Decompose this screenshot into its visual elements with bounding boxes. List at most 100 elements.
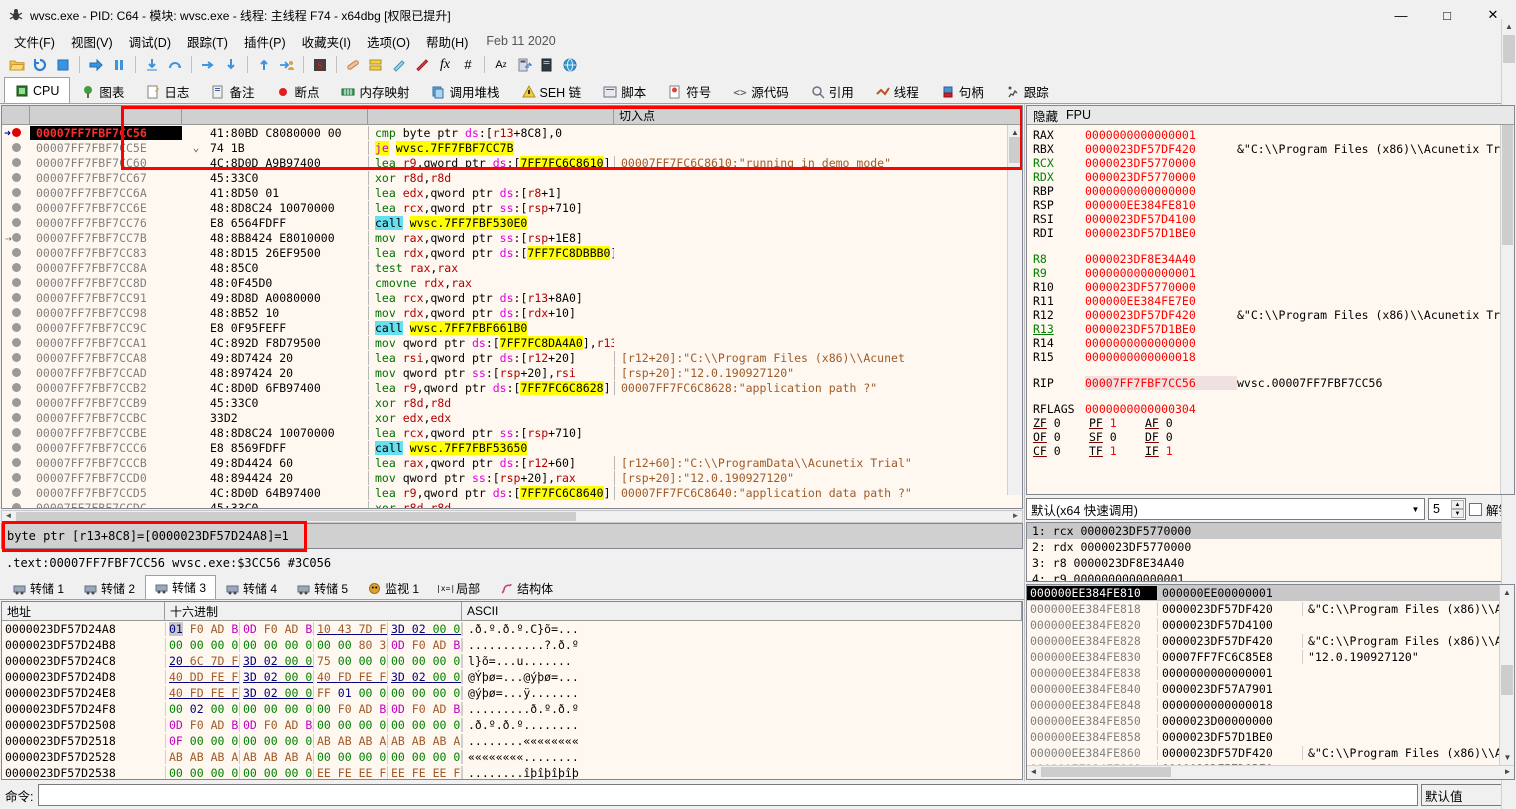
- disassembly-row[interactable]: 00007FF7FBF7CCAD 48:897424 20 mov qword pt…: [2, 365, 1022, 380]
- hex-quad[interactable]: 75 00 00 00: [314, 654, 388, 668]
- scroll-left-icon[interactable]: ◄: [2, 511, 15, 522]
- breakpoint-gutter[interactable]: ⇢: [2, 230, 30, 245]
- stack-value[interactable]: 00007FF7FC6C85E8: [1157, 650, 1302, 664]
- register-row[interactable]: R13 0000023DF57D1BE0: [1033, 322, 1514, 336]
- calc-icon[interactable]: [513, 54, 535, 75]
- breakpoint-gutter[interactable]: [2, 425, 30, 440]
- tab-threads[interactable]: 线程: [864, 79, 930, 103]
- flag-row[interactable]: CF 0 TF 1 IF 1: [1033, 444, 1514, 458]
- stack-row[interactable]: 000000EE384FE810 000000EE00000001: [1027, 585, 1514, 601]
- stack-row[interactable]: 000000EE384FE840 0000023DF57A7901: [1027, 681, 1514, 697]
- hex-quad[interactable]: 3D 02 00 00: [240, 670, 314, 684]
- registers-scroll-thumb[interactable]: [1502, 125, 1513, 245]
- menu-file[interactable]: 文件(F): [6, 30, 63, 53]
- breakpoint-gutter[interactable]: [2, 155, 30, 170]
- dump-tab-1[interactable]: 转储 1: [3, 577, 74, 599]
- register-value[interactable]: 0000000000000001: [1085, 266, 1237, 280]
- tab-trace[interactable]: 跟踪: [994, 79, 1060, 103]
- breakpoint-gutter[interactable]: [2, 275, 30, 290]
- breakpoint-gutter[interactable]: [2, 290, 30, 305]
- disassembly-row[interactable]: 00007FF7FBF7CCA8 49:8D7424 20 lea rsi,qwor…: [2, 350, 1022, 365]
- registers-scrollbar[interactable]: [1500, 125, 1514, 494]
- hex-quad[interactable]: FF 01 00 00: [314, 686, 388, 700]
- az-icon[interactable]: Az: [490, 54, 512, 75]
- patch-icon[interactable]: [342, 54, 364, 75]
- stack-row[interactable]: 000000EE384FE838 0000000000000001: [1027, 665, 1514, 681]
- disassembly-row[interactable]: 00007FF7FBF7CC83 48:8D15 26EF9500 lea rdx,…: [2, 245, 1022, 260]
- disassembly-row[interactable]: 00007FF7FBF7CC9C E8 0F95FEFF call wvsc.7FF…: [2, 320, 1022, 335]
- disassembly-row[interactable]: 00007FF7FBF7CC76 E8 6564FDFF call wvsc.7FF…: [2, 215, 1022, 230]
- breakpoint-gutter[interactable]: [2, 335, 30, 350]
- stack-horizontal-scrollbar[interactable]: ◄ ►: [1027, 765, 1514, 779]
- instruction-dot-icon[interactable]: [11, 203, 21, 212]
- stack-value[interactable]: 0000023DF57D1BE0: [1157, 730, 1302, 744]
- register-row[interactable]: RBX 0000023DF57DF420 &"C:\\Program Files (…: [1033, 142, 1514, 156]
- instruction-dot-icon[interactable]: [11, 278, 21, 287]
- hex-quad[interactable]: 01 F0 AD BA: [166, 622, 240, 636]
- breakpoint-gutter[interactable]: [2, 350, 30, 365]
- tab-notes[interactable]: 备注: [200, 79, 266, 103]
- hex-dump-row[interactable]: 0000023DF57D25180F 00 00 0000 00 00 00AB…: [2, 733, 1022, 749]
- rflags-row[interactable]: RFLAGS 0000000000000304: [1033, 402, 1514, 416]
- instruction-dot-icon[interactable]: [11, 443, 21, 452]
- flag-cf[interactable]: CF 0: [1033, 444, 1089, 458]
- instruction-dot-icon[interactable]: [11, 218, 21, 227]
- flag-tf[interactable]: TF 1: [1089, 444, 1145, 458]
- instruction-dot-icon[interactable]: [11, 188, 21, 197]
- argument-row[interactable]: 4: r9 0000000000000001: [1027, 571, 1514, 581]
- stack-row[interactable]: 000000EE384FE828 0000023DF57DF420 &"C:\\Pr…: [1027, 633, 1514, 649]
- dump-header-ascii[interactable]: ASCII: [462, 602, 1022, 620]
- hex-quad[interactable]: AB AB AB AB: [314, 734, 388, 748]
- dump-hex-bytes[interactable]: 40 DD FE F83D 02 00 0040 FD FE F83D 02 0…: [165, 670, 462, 684]
- tab-seh[interactable]: SEH 链: [510, 79, 593, 103]
- scylla-icon[interactable]: S: [309, 54, 331, 75]
- hide-fpu-link[interactable]: 隐藏: [1033, 106, 1058, 125]
- disassembly-row[interactable]: 00007FF7FBF7CC98 48:8B52 10 mov rdx,qword …: [2, 305, 1022, 320]
- argument-row[interactable]: 3: r8 0000023DF8E34A40: [1027, 555, 1514, 571]
- hex-quad[interactable]: 00 00 00 00: [240, 638, 314, 652]
- disassembly-row[interactable]: 00007FF7FBF7CCDC 45:33C0 xor r8d,r8d: [2, 500, 1022, 508]
- breakpoint-gutter[interactable]: [2, 440, 30, 455]
- disassembly-row[interactable]: 00007FF7FBF7CC8A 48:85C0 test rax,rax: [2, 260, 1022, 275]
- tab-breakpoints[interactable]: 断点: [265, 79, 331, 103]
- pause-icon[interactable]: [108, 54, 130, 75]
- hex-quad[interactable]: EE FE EE FE: [314, 766, 388, 779]
- hex-dump-row[interactable]: 0000023DF57D2528AB AB AB ABAB AB AB AB00…: [2, 749, 1022, 765]
- hex-dump-rows[interactable]: 0000023DF57D24A801 F0 AD BA0D F0 AD BA10…: [2, 621, 1022, 779]
- locals-tab[interactable]: |x=| 局部: [429, 577, 490, 599]
- stack-scroll-thumb[interactable]: [1501, 665, 1513, 695]
- step-down-icon[interactable]: [220, 54, 242, 75]
- instruction-dot-icon[interactable]: [11, 173, 21, 182]
- fpu-label[interactable]: FPU: [1066, 108, 1091, 122]
- hex-quad[interactable]: 00 00 00 00: [166, 766, 240, 779]
- instruction-dot-icon[interactable]: [11, 473, 21, 482]
- flag-pf[interactable]: PF 1: [1089, 416, 1145, 430]
- instruction-dot-icon[interactable]: [11, 338, 21, 347]
- open-icon[interactable]: [6, 54, 28, 75]
- breakpoint-gutter[interactable]: [2, 140, 30, 155]
- breakpoint-gutter[interactable]: [2, 260, 30, 275]
- stop-icon[interactable]: [52, 54, 74, 75]
- hex-quad[interactable]: 20 6C 7D F5: [166, 654, 240, 668]
- unlock-checkbox[interactable]: [1468, 502, 1482, 516]
- tab-cpu[interactable]: CPU: [4, 77, 71, 103]
- disassembly-rows[interactable]: ➜ 00007FF7FBF7CC56 41:80BD C8080000 00 cmp …: [2, 125, 1022, 508]
- breakpoint-gutter[interactable]: [2, 365, 30, 380]
- menu-favourites[interactable]: 收藏夹(I): [294, 30, 359, 53]
- watch-tab-1[interactable]: 监视 1: [358, 577, 429, 599]
- hex-dump-row[interactable]: 0000023DF57D24F8 00 02 00 0000 00 00 0000…: [2, 701, 1022, 717]
- hex-quad[interactable]: 40 FD FE F8: [314, 670, 388, 684]
- register-value[interactable]: 0000023DF57D4100: [1085, 212, 1237, 226]
- instruction-dot-icon[interactable]: [11, 233, 21, 242]
- header-bytes[interactable]: [182, 106, 368, 124]
- scroll-left-icon[interactable]: ◄: [1027, 767, 1040, 776]
- disassembly-row[interactable]: ⇢ 00007FF7FBF7CC7B 48:8B8424 E8010000 mov r…: [2, 230, 1022, 245]
- flag-zf[interactable]: ZF 0: [1033, 416, 1089, 430]
- dump-header-address[interactable]: 地址: [2, 602, 165, 620]
- hex-dump-row[interactable]: 0000023DF57D24D840 DD FE F83D 02 00 0040…: [2, 669, 1022, 685]
- disassembly-row[interactable]: 00007FF7FBF7CCC6 E8 8569FDFF call wvsc.7FF…: [2, 440, 1022, 455]
- dump-tab-2[interactable]: 转储 2: [74, 577, 145, 599]
- hex-dump-row[interactable]: 0000023DF57D24A8 01 F0 AD BA0D F0 AD BA10…: [2, 621, 1022, 637]
- stack-row[interactable]: 000000EE384FE818 0000023DF57DF420 &"C:\\Pr…: [1027, 601, 1514, 617]
- register-value[interactable]: 00007FF7FBF7CC56: [1085, 376, 1237, 390]
